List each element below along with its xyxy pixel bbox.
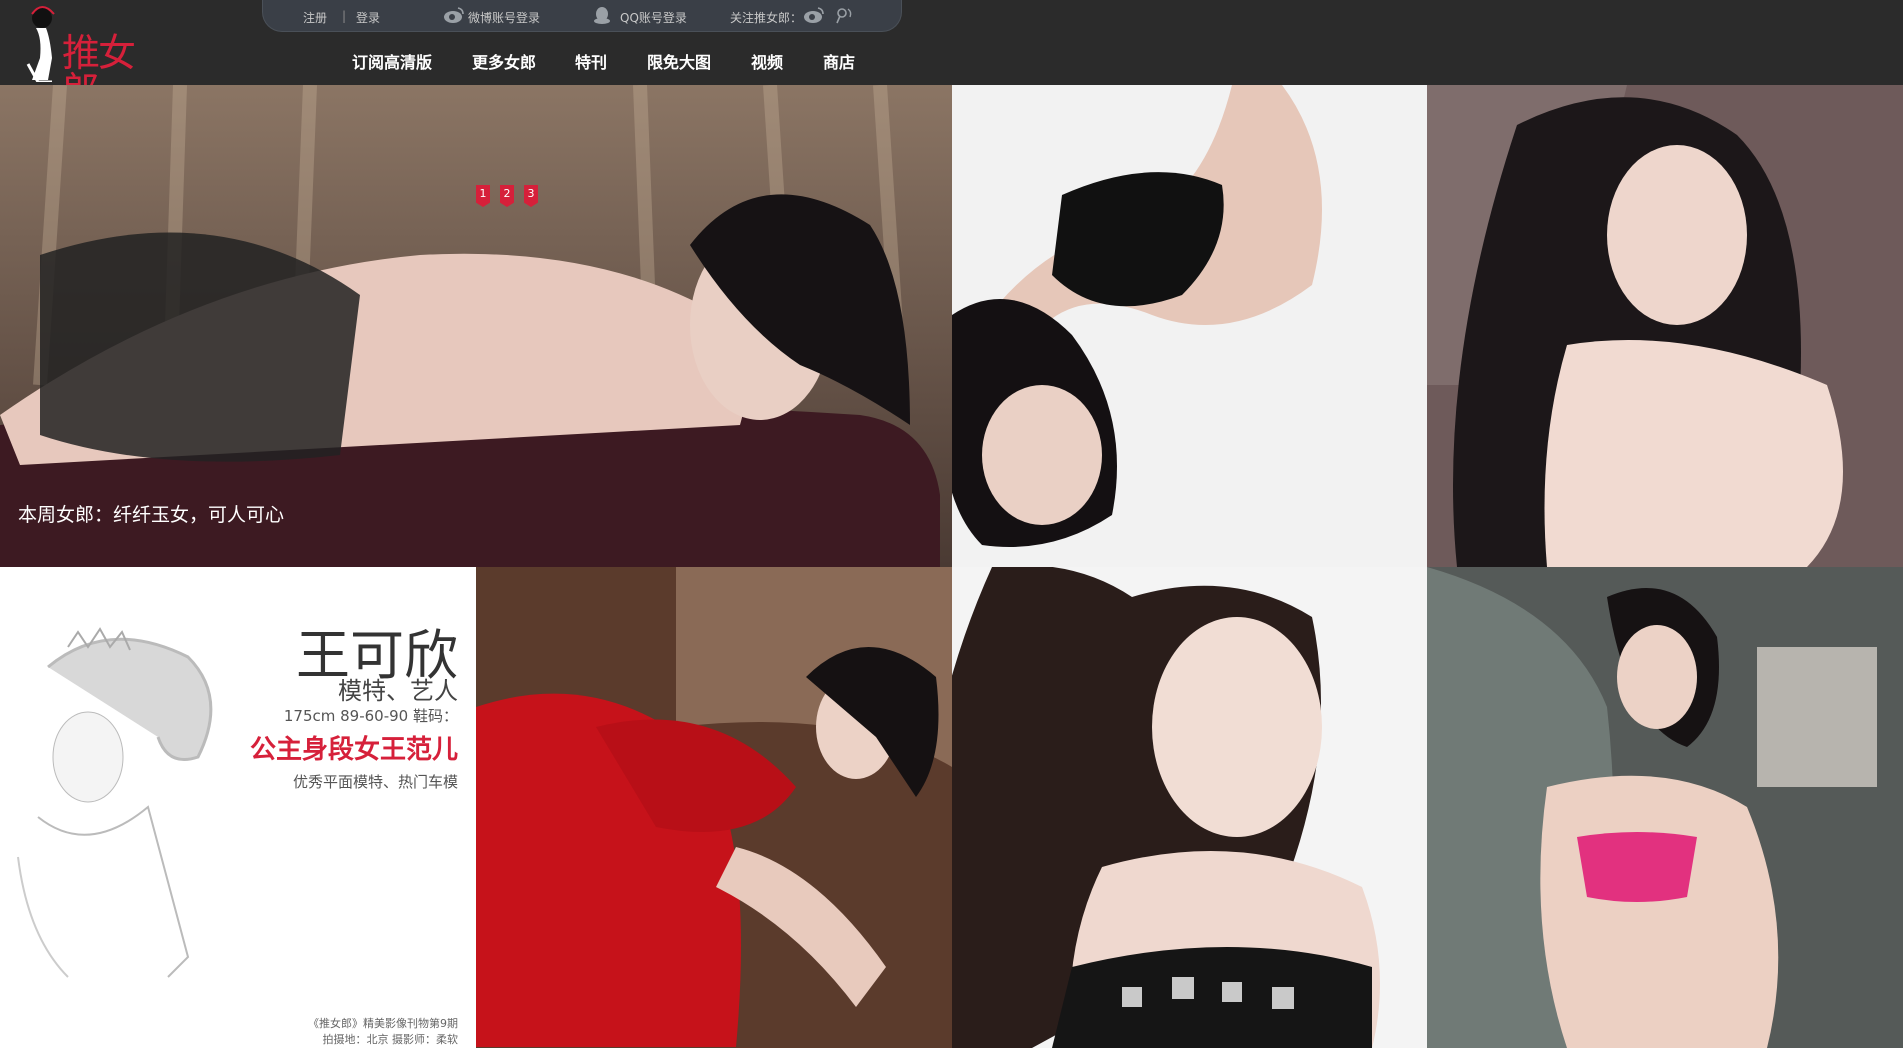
tencent-weibo-icon[interactable] [833,6,855,24]
slider-caption: 本周女郎：纤纤玉女，可人可心 [18,504,285,526]
model-tagline: 公主身段女王范儿 [249,735,458,765]
account-topbar: 注册 | 登录 微博账号登录 QQ账号登录 关注推女郎： [262,0,902,32]
photo-tile-2[interactable] [952,85,1427,567]
photo-credit: 拍摄地：北京 摄影师：柔软 [322,1033,459,1046]
featured-photo [0,85,952,567]
photo-tile-6[interactable] [1427,567,1903,1048]
weibo-follow-icon[interactable] [803,6,825,24]
photo-white-portrait [952,567,1427,1048]
qq-login-link[interactable]: QQ账号登录 [620,9,687,26]
slider-dot-2[interactable]: 2 [500,185,514,207]
nav-more-girls[interactable]: 更多女郎 [472,49,536,73]
photo-lying-white [952,85,1427,567]
photo-tile-3[interactable] [1427,85,1903,567]
nav-video[interactable]: 视频 [751,49,783,73]
weibo-icon[interactable] [443,6,465,24]
photo-pink-bikini [1427,567,1903,1048]
login-link[interactable]: 登录 [356,9,380,26]
register-link[interactable]: 注册 [303,9,327,26]
weibo-login-link[interactable]: 微博账号登录 [468,9,540,26]
issue-credit: 《推女郎》精美影像刊物第9期 [308,1017,458,1030]
model-profile-card: 王可欣 模特、艺人 175cm 89-60-90 鞋码： 公主身段女王范儿 优秀… [0,567,476,1048]
model-role: 模特、艺人 [338,677,458,705]
site-logo[interactable]: 推女郎 [22,4,162,110]
topbar-separator: | [342,9,347,23]
qq-icon[interactable] [591,6,613,24]
model-stats: 175cm 89-60-90 鞋码： [283,707,458,725]
model-description: 优秀平面模特、热门车模 [292,773,458,791]
slider-dot-3[interactable]: 3 [524,185,538,207]
photo-tile-4[interactable] [476,567,952,1048]
nav-subscribe-hd[interactable]: 订阅高清版 [352,49,432,73]
photo-tile-5[interactable] [952,567,1427,1048]
photo-sofa-silver [1427,85,1903,567]
site-header: 推女郎 注册 | 登录 微博账号登录 QQ账号登录 关注推女郎： 订阅高清版 更… [0,0,1903,110]
slider-dot-1[interactable]: 1 [476,185,490,207]
photo-red-dress [476,567,952,1048]
model-illustration [17,627,213,978]
featured-slide[interactable]: 1 2 3 [0,85,952,567]
nav-shop[interactable]: 商店 [823,49,855,73]
nav-special[interactable]: 特刊 [575,49,607,73]
follow-label: 关注推女郎： [730,11,803,25]
nav-free-pics[interactable]: 限免大图 [647,49,711,73]
